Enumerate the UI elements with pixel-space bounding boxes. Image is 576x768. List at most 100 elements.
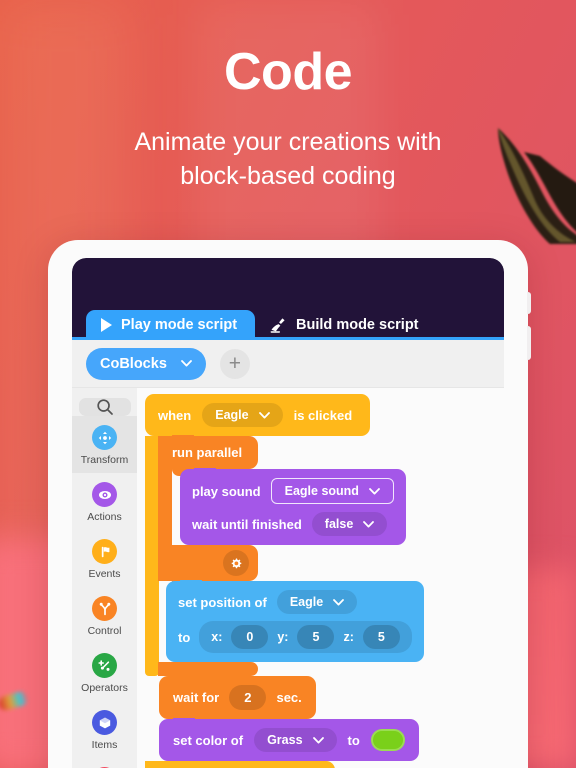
wait-until-row: wait until finished false (192, 512, 394, 536)
script-selector-dropdown[interactable]: CoBlocks (86, 347, 206, 380)
sidebar-item-control[interactable]: Control (72, 587, 137, 644)
subtitle-line-2: block-based coding (180, 162, 396, 190)
wait-for-value-input[interactable]: 2 (229, 685, 267, 710)
tab-play-mode-script[interactable]: Play mode script (86, 310, 256, 340)
sidebar-label-control: Control (87, 625, 122, 637)
block-when-clicked[interactable]: when Eagle is clicked (145, 394, 371, 443)
category-sidebar: Transform Actions Events Control Operato… (72, 388, 137, 768)
wait-until-dropdown[interactable]: false (311, 512, 388, 536)
sidebar-item-items[interactable]: Items (72, 701, 137, 758)
wait-until-value: false (324, 517, 354, 531)
tablet-power-button[interactable] (527, 326, 531, 360)
block-run-parallel[interactable]: run parallel (158, 435, 258, 476)
chevron-down-icon (369, 487, 380, 494)
set-position-row: set position of Eagle (178, 590, 412, 614)
set-color-label: set color of (173, 732, 244, 748)
play-sound-dropdown[interactable]: Eagle sound (270, 478, 394, 504)
play-sound-row: play sound Eagle sound (192, 478, 394, 504)
mode-tabs: Play mode script Build mode script (86, 310, 437, 340)
script-stack-bottom (145, 761, 335, 768)
hero-text: Code Animate your creations with block-b… (0, 46, 576, 193)
flag-icon (92, 539, 117, 564)
subtitle-line-1: Animate your creations with (134, 128, 442, 156)
script-toolbar: CoBlocks + (72, 340, 504, 388)
transform-icon (92, 425, 117, 450)
branch-icon (92, 596, 117, 621)
y-axis-label: y: (277, 630, 289, 644)
block-wait-for[interactable]: wait for 2 sec. (159, 675, 316, 726)
z-value-input[interactable]: 5 (362, 625, 400, 649)
tablet-device: Play mode script Build mode script CoBlo… (48, 240, 531, 768)
set-position-target-value: Eagle (289, 595, 324, 609)
sidebar-item-transform[interactable]: Transform (72, 416, 137, 473)
play-sound-value: Eagle sound (284, 484, 359, 498)
tablet-screen: Play mode script Build mode script CoBlo… (72, 258, 504, 768)
block-play-sound[interactable]: play sound Eagle sound wait until finish… (180, 468, 406, 552)
sidebar-label-operators: Operators (81, 682, 128, 694)
set-color-target-dropdown[interactable]: Grass (254, 728, 337, 752)
tab-underline (72, 337, 504, 340)
parallel-children: play sound Eagle sound wait until finish… (158, 468, 504, 552)
wait-until-label: wait until finished (192, 516, 302, 532)
wait-for-suffix-label: sec. (276, 690, 302, 705)
block-set-color[interactable]: set color of Grass to (159, 718, 419, 768)
editor-body: Transform Actions Events Control Operato… (72, 388, 504, 768)
tablet-volume-button[interactable] (527, 292, 531, 314)
x-axis-label: x: (211, 630, 223, 644)
hat-stack-spine (145, 436, 159, 676)
y-value-input[interactable]: 5 (297, 625, 335, 649)
sidebar-label-items: Items (91, 739, 118, 751)
chevron-down-icon (363, 520, 375, 527)
sidebar-item-events[interactable]: Events (72, 530, 137, 587)
block-set-position[interactable]: set position of Eagle to x: 0 y: 5 z: 5 (166, 580, 424, 669)
box-icon (92, 710, 117, 735)
play-sound-label: play sound (192, 483, 261, 499)
chevron-down-icon (180, 360, 192, 367)
when-prefix-label: when (158, 407, 192, 423)
gear-icon[interactable] (223, 550, 249, 576)
chevron-down-icon (312, 736, 324, 743)
sidebar-label-transform: Transform (80, 454, 129, 466)
sidebar-item-actions[interactable]: Actions (72, 473, 137, 530)
set-position-to-label: to (178, 629, 191, 645)
sidebar-label-events: Events (88, 568, 121, 580)
search-icon (96, 399, 113, 415)
chevron-down-icon (333, 598, 345, 605)
color-swatch[interactable] (370, 729, 405, 751)
tab-play-mode-label: Play mode script (121, 317, 238, 333)
set-color-to-label: to (347, 732, 360, 748)
sidebar-item-operators[interactable]: Operators (72, 644, 137, 701)
wait-for-prefix-label: wait for (173, 690, 220, 705)
z-axis-label: z: (343, 630, 354, 644)
script-stack: run parallel play sound Eagle sound wait… (145, 435, 504, 676)
eye-icon (92, 482, 117, 507)
search-button[interactable] (78, 398, 131, 416)
script-canvas[interactable]: when Eagle is clicked run parallel play … (137, 388, 504, 768)
set-position-target-dropdown[interactable]: Eagle (276, 590, 358, 614)
x-value-input[interactable]: 0 (231, 625, 269, 649)
sidebar-label-actions: Actions (87, 511, 122, 523)
play-icon (101, 318, 112, 332)
tab-build-mode-label: Build mode script (296, 317, 419, 333)
when-suffix-label: is clicked (293, 407, 353, 423)
chevron-down-icon (258, 411, 270, 418)
hammer-icon (270, 317, 285, 333)
app-topbar: Play mode script Build mode script (72, 258, 504, 340)
set-position-coords-row: to x: 0 y: 5 z: 5 (178, 621, 412, 653)
block-parallel-footer[interactable] (158, 545, 258, 588)
parallel-spine (158, 469, 172, 545)
sidebar-item-list[interactable] (72, 758, 137, 768)
set-color-target-value: Grass (267, 733, 303, 747)
run-parallel-label: run parallel (172, 445, 243, 460)
script-selector-label: CoBlocks (100, 355, 167, 372)
add-script-button[interactable]: + (219, 348, 250, 379)
inner-stack: run parallel play sound Eagle sound wait… (158, 435, 504, 676)
math-icon (92, 653, 117, 678)
when-target-dropdown[interactable]: Eagle (202, 403, 283, 427)
page-title: Code (224, 43, 353, 101)
when-target-value: Eagle (215, 408, 249, 422)
set-position-label: set position of (178, 594, 267, 610)
tab-build-mode-script[interactable]: Build mode script (255, 310, 436, 340)
page-subtitle: Animate your creations with block-based … (0, 125, 576, 193)
coordinate-group: x: 0 y: 5 z: 5 (199, 621, 412, 653)
